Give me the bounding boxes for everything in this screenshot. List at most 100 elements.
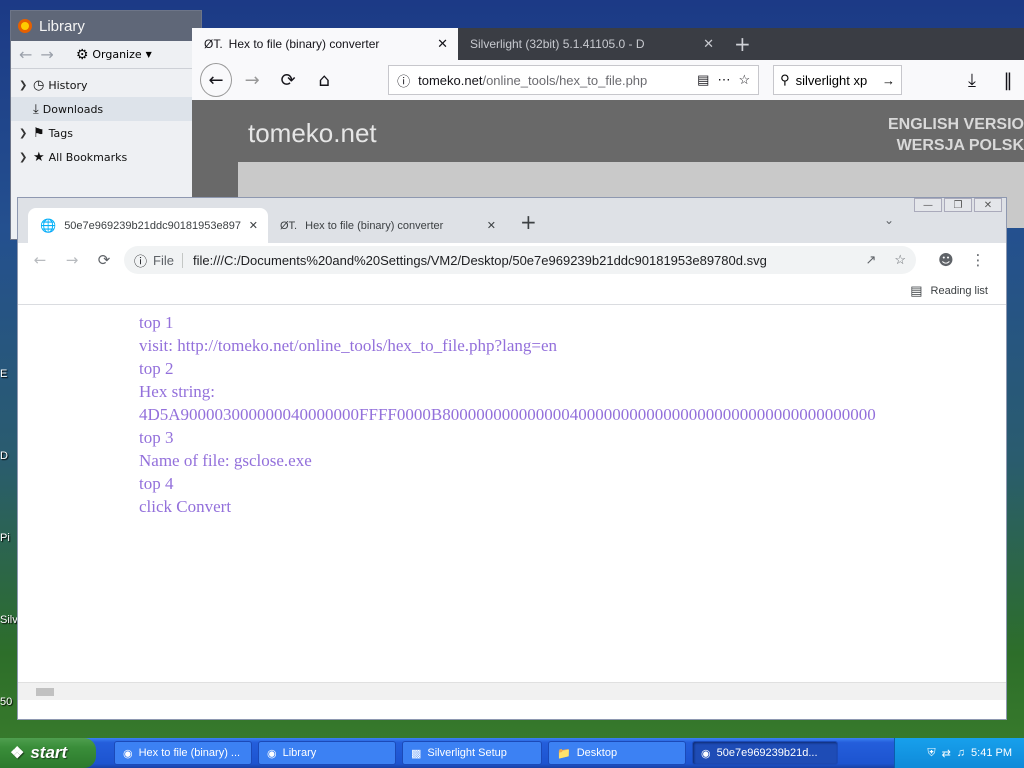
scrollbar-thumb[interactable] [36, 688, 54, 696]
forward-button[interactable]: → [60, 248, 84, 272]
start-button[interactable]: ❖ start [0, 738, 96, 768]
tab-hex-to-file[interactable]: ØT. Hex to file (binary) converter ✕ [192, 28, 458, 60]
reading-list-button[interactable]: Reading list [931, 285, 988, 297]
folder-icon: 📁 [557, 747, 571, 760]
tree-item-label: Tags [48, 126, 74, 140]
library-titlebar[interactable]: Library [11, 11, 201, 41]
firefox-icon: ◉ [123, 747, 133, 760]
english-version-link[interactable]: ENGLISH VERSIO [884, 114, 1024, 135]
reader-view-icon[interactable]: ▤ [697, 72, 709, 88]
back-arrow-icon[interactable]: ← [19, 45, 32, 64]
clock[interactable]: 5:41 PM [971, 747, 1012, 759]
share-icon[interactable]: ↗ [865, 252, 876, 268]
tree-item-tags[interactable]: ❯ ⚑ Tags [19, 121, 201, 145]
library-icon[interactable]: ‖ [992, 64, 1024, 96]
taskbar: ❖ start ◉ Hex to file (binary) ... ◉ Lib… [0, 738, 1024, 768]
tab-label: Hex to file (binary) converter [305, 219, 444, 232]
new-tab-button[interactable]: + [520, 210, 537, 234]
home-button[interactable]: ⌂ [308, 64, 340, 96]
back-button[interactable]: ← [200, 63, 233, 97]
horizontal-scrollbar[interactable] [18, 682, 1006, 700]
tab-svg-file[interactable]: 🌐 50e7e969239b21ddc90181953e8978 ✕ [28, 208, 268, 243]
site-logo[interactable]: tomeko.net [248, 118, 377, 149]
desktop-icon-label[interactable]: Pi [0, 532, 10, 544]
window-controls: — ❐ ✕ [914, 198, 1002, 212]
forward-button[interactable]: → [236, 64, 268, 96]
organize-button[interactable]: ⚙ Organize ▼ [76, 47, 152, 63]
chevron-right-icon[interactable]: ❯ [19, 152, 29, 163]
tab-hex-to-file[interactable]: ØT. Hex to file (binary) converter ✕ [268, 208, 506, 243]
go-arrow-icon[interactable]: → [882, 73, 895, 88]
search-icon: ⚲ [780, 72, 790, 87]
taskbar-item-label: 50e7e969239b21d... [716, 747, 818, 759]
profile-avatar-icon[interactable]: ☻ [934, 248, 958, 272]
close-icon[interactable]: ✕ [249, 219, 258, 232]
desktop-icon-label[interactable]: 50 [0, 696, 12, 708]
info-icon[interactable]: ⓘ [397, 71, 410, 90]
star-icon: ★ [33, 149, 45, 165]
restore-button[interactable]: ❐ [944, 198, 972, 212]
taskbar-item-label: Desktop [576, 747, 618, 759]
shield-icon[interactable]: ⛨ [927, 747, 935, 760]
close-button[interactable]: ✕ [974, 198, 1002, 212]
setup-icon: ▩ [411, 747, 422, 760]
library-tree: ❯ ◷ History ⤓ Downloads ❯ ⚑ Tags ❯ ★ All… [11, 69, 201, 169]
more-actions-icon[interactable]: ⋯ [717, 72, 730, 88]
tag-icon: ⚑ [33, 125, 45, 141]
forward-arrow-icon[interactable]: → [40, 45, 53, 64]
minimize-button[interactable]: — [914, 198, 942, 212]
tree-item-label: Downloads [42, 102, 104, 116]
close-icon[interactable]: ✕ [437, 36, 448, 52]
chrome-toolbar: ← → ⟳ ⓘ File file:///C:/Documents%20and%… [18, 243, 1006, 277]
desktop-icon-label[interactable]: Silv [0, 614, 18, 626]
bookmark-star-icon[interactable]: ☆ [894, 252, 906, 268]
gear-icon: ⚙ [75, 46, 89, 63]
search-box[interactable]: ⚲ silverlight xp → [773, 65, 902, 95]
tab-search-chevron-icon[interactable]: ⌄ [884, 213, 894, 227]
back-button[interactable]: ← [28, 248, 52, 272]
tab-silverlight[interactable]: Silverlight (32bit) 5.1.41105.0 - D ✕ [458, 28, 724, 60]
new-tab-button[interactable]: + [724, 28, 761, 60]
taskbar-item-label: Library [282, 747, 317, 759]
svg-text-line: click Convert [139, 497, 232, 516]
globe-icon: 🌐 [40, 217, 57, 233]
polish-version-link[interactable]: WERSJA POLSK [884, 135, 1024, 156]
reload-button[interactable]: ⟳ [92, 248, 116, 272]
taskbar-item-silverlight-setup[interactable]: ▩ Silverlight Setup [402, 741, 542, 765]
downloads-icon[interactable]: ⤓ [956, 64, 988, 96]
reload-button[interactable]: ⟳ [272, 64, 304, 96]
chevron-right-icon[interactable]: ❯ [19, 80, 29, 91]
taskbar-item-chrome[interactable]: ◉ 50e7e969239b21d... [692, 741, 838, 765]
tree-item-downloads[interactable]: ⤓ Downloads [11, 97, 201, 121]
taskbar-item-library[interactable]: ◉ Library [258, 741, 396, 765]
desktop-icon-label[interactable]: D [0, 450, 8, 462]
omnibox[interactable]: ⓘ File file:///C:/Documents%20and%20Sett… [124, 246, 916, 274]
firefox-icon: ◉ [267, 747, 277, 760]
tree-item-history[interactable]: ❯ ◷ History [19, 73, 201, 97]
svg-document: top 1 visit: http://tomeko.net/online_to… [18, 305, 1006, 700]
firefox-navbar: ← → ⟳ ⌂ ⓘ tomeko.net/online_tools/hex_to… [192, 60, 1024, 100]
bookmark-star-icon[interactable]: ☆ [738, 72, 750, 88]
library-title: Library [39, 17, 85, 35]
volume-icon[interactable]: ♫ [957, 747, 965, 759]
scheme-label: File [153, 252, 183, 268]
close-icon[interactable]: ✕ [487, 219, 496, 232]
chevron-down-icon: ▼ [145, 50, 152, 59]
taskbar-item-hex-to-file[interactable]: ◉ Hex to file (binary) ... [114, 741, 252, 765]
url-bar[interactable]: ⓘ tomeko.net/online_tools/hex_to_file.ph… [388, 65, 760, 95]
close-icon[interactable]: ✕ [703, 36, 714, 52]
desktop-icon-label[interactable]: E [0, 368, 7, 380]
chevron-right-icon[interactable]: ❯ [19, 128, 29, 139]
network-icon[interactable]: ⇄ [942, 747, 951, 760]
kebab-menu-icon[interactable]: ⋮ [966, 248, 990, 272]
tree-item-all-bookmarks[interactable]: ❯ ★ All Bookmarks [19, 145, 201, 169]
taskbar-item-desktop[interactable]: 📁 Desktop [548, 741, 686, 765]
url-text: tomeko.net/online_tools/hex_to_file.php [418, 72, 648, 88]
system-tray: ⛨ ⇄ ♫ 5:41 PM [894, 738, 1024, 768]
info-icon[interactable]: ⓘ [134, 251, 147, 270]
firefox-icon [18, 19, 32, 33]
svg-text-line: 4D5A900003000000040000000FFFF0000B800000… [139, 405, 876, 424]
taskbar-item-label: Hex to file (binary) ... [138, 747, 241, 759]
omnibox-url: file:///C:/Documents%20and%20Settings/VM… [192, 252, 767, 268]
language-links: ENGLISH VERSIO WERSJA POLSK [884, 114, 1024, 156]
